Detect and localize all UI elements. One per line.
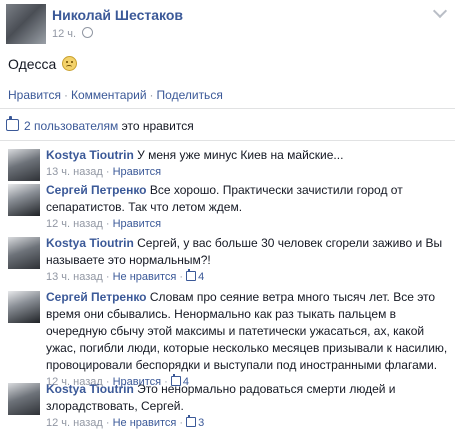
commenter-avatar[interactable] — [8, 184, 40, 216]
post-action-bar: Нравится · Комментарий · Поделиться — [8, 88, 223, 102]
comment-time[interactable]: 13 ч. назад — [46, 166, 103, 178]
like-button[interactable]: Нравится — [8, 88, 61, 102]
comment-button[interactable]: Комментарий — [71, 88, 147, 102]
comment-author[interactable]: Сергей Петренко — [46, 290, 147, 304]
post-meta: 12 ч. — [52, 27, 94, 40]
post-text-content: Одесса — [8, 56, 57, 72]
comment-body: Kostya Tioutrin Сергей, у вас больше 30 … — [46, 235, 448, 284]
share-button[interactable]: Поделиться — [157, 88, 223, 102]
comment-like-button[interactable]: Нравится — [113, 218, 162, 230]
comment-likes-count[interactable]: 4 — [186, 269, 205, 283]
comment-likes-count[interactable]: 3 — [186, 415, 205, 429]
comment-like-button[interactable]: Не нравится — [113, 417, 177, 429]
comment-likes-value: 4 — [198, 271, 205, 283]
comment-body: Kostya Tioutrin У меня уже минус Киев на… — [46, 147, 448, 179]
comment-likes-value: 3 — [198, 417, 205, 429]
author-avatar[interactable] — [6, 4, 46, 44]
comment-author[interactable]: Kostya Tioutrin — [46, 236, 134, 250]
divider — [0, 108, 455, 109]
comment-time[interactable]: 12 ч. назад — [46, 417, 103, 429]
comment-like-button[interactable]: Нравится — [113, 166, 162, 178]
comment-meta: 12 ч. назад · Нравится — [46, 218, 162, 230]
comment-author[interactable]: Kostya Tioutrin — [46, 382, 134, 396]
comment-like-button[interactable]: Не нравится — [113, 271, 177, 283]
commenter-avatar[interactable] — [8, 237, 40, 269]
commenter-avatar[interactable] — [8, 383, 40, 415]
comment-body: Kostya Tioutrin Это ненормально радовать… — [46, 381, 448, 430]
sad-emoticon-icon — [62, 56, 78, 71]
thumbs-up-icon — [6, 116, 19, 131]
commenter-avatar[interactable] — [8, 149, 40, 181]
divider — [0, 140, 455, 141]
chevron-down-icon[interactable] — [432, 3, 448, 19]
comment-time[interactable]: 12 ч. назад — [46, 218, 103, 230]
thumbs-up-icon — [186, 415, 197, 427]
post-author[interactable]: Николай Шестаков — [52, 7, 183, 23]
comment-body: Сергей Петренко Словам про сеяние ветра … — [46, 289, 448, 389]
privacy-globe-icon[interactable] — [82, 27, 94, 38]
comment-author[interactable]: Сергей Петренко — [46, 183, 147, 197]
commenter-avatar[interactable] — [8, 291, 40, 323]
likers-link[interactable]: 2 пользователям — [24, 119, 118, 133]
comment-meta: 12 ч. назад · Не нравится · 3 — [46, 415, 205, 429]
comment-time[interactable]: 13 ч. назад — [46, 271, 103, 283]
comment-body: Сергей Петренко Все хорошо. Практически … — [46, 182, 448, 231]
thumbs-up-icon — [186, 269, 197, 281]
comment-meta: 13 ч. назад · Не нравится · 4 — [46, 269, 205, 283]
post-text: Одесса — [8, 56, 78, 72]
comment-author[interactable]: Kostya Tioutrin — [46, 148, 134, 162]
comment-meta: 13 ч. назад · Нравится — [46, 166, 162, 178]
likes-summary: 2 пользователям это нравится — [6, 116, 194, 133]
post-time[interactable]: 12 ч. — [52, 28, 76, 40]
comment-text: У меня уже минус Киев на майские... — [137, 148, 344, 162]
likes-suffix: это нравится — [121, 119, 194, 133]
post-header: Николай Шестаков 12 ч. — [0, 0, 455, 48]
